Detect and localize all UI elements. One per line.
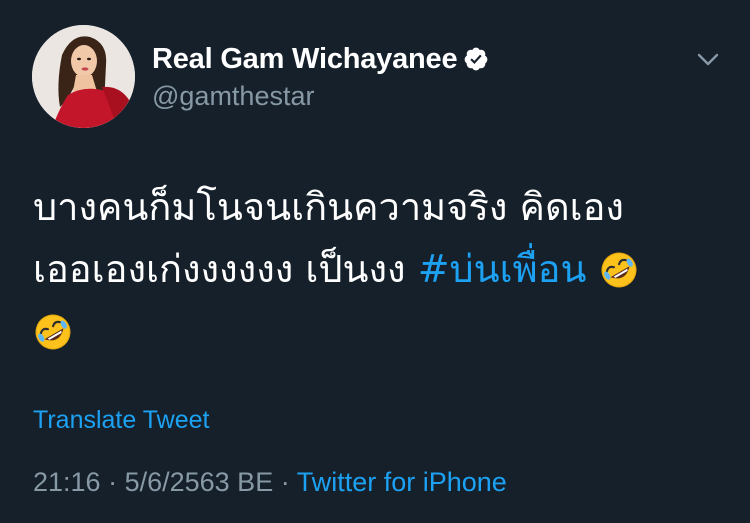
tweet-source-link[interactable]: Twitter for iPhone: [297, 467, 507, 497]
verified-badge-icon: [465, 47, 488, 71]
tweet-card: Real Gam Wichayanee @gamthestar บางคนก็ม…: [0, 0, 750, 523]
tweet-text: บางคนก็มโนจนเกินความจริง คิดเอง เออเองเก…: [33, 176, 723, 362]
rolling-on-floor-laughing-icon: [601, 252, 637, 288]
display-name[interactable]: Real Gam Wichayanee: [152, 42, 489, 76]
tweet-date[interactable]: 5/6/2563 BE: [125, 467, 274, 497]
rolling-on-floor-laughing-icon: [35, 314, 71, 350]
tweet-metadata: 21:16 · 5/6/2563 BE · Twitter for iPhone: [33, 466, 507, 498]
tweet-text-line-3: [33, 300, 723, 362]
avatar-photo: [32, 25, 135, 128]
tweet-text-line-2-text: เออเองเก่งงงงงง เป็นงง: [33, 247, 418, 291]
tweet-text-line-2: เออเองเก่งงงงงง เป็นงง #บ่นเพื่อน: [33, 238, 723, 300]
tweet-text-line-1: บางคนก็มโนจนเกินความจริง คิดเอง: [33, 185, 624, 229]
meta-separator: ·: [273, 467, 297, 497]
hashtag-link[interactable]: #บ่นเพื่อน: [418, 247, 587, 291]
meta-separator: ·: [100, 467, 125, 497]
translate-tweet-link[interactable]: Translate Tweet: [33, 405, 209, 435]
chevron-down-icon[interactable]: [692, 44, 724, 76]
display-name-text: Real Gam Wichayanee: [152, 43, 458, 75]
avatar[interactable]: [32, 25, 135, 128]
user-handle[interactable]: @gamthestar: [152, 80, 314, 112]
tweet-time[interactable]: 21:16: [33, 467, 101, 497]
